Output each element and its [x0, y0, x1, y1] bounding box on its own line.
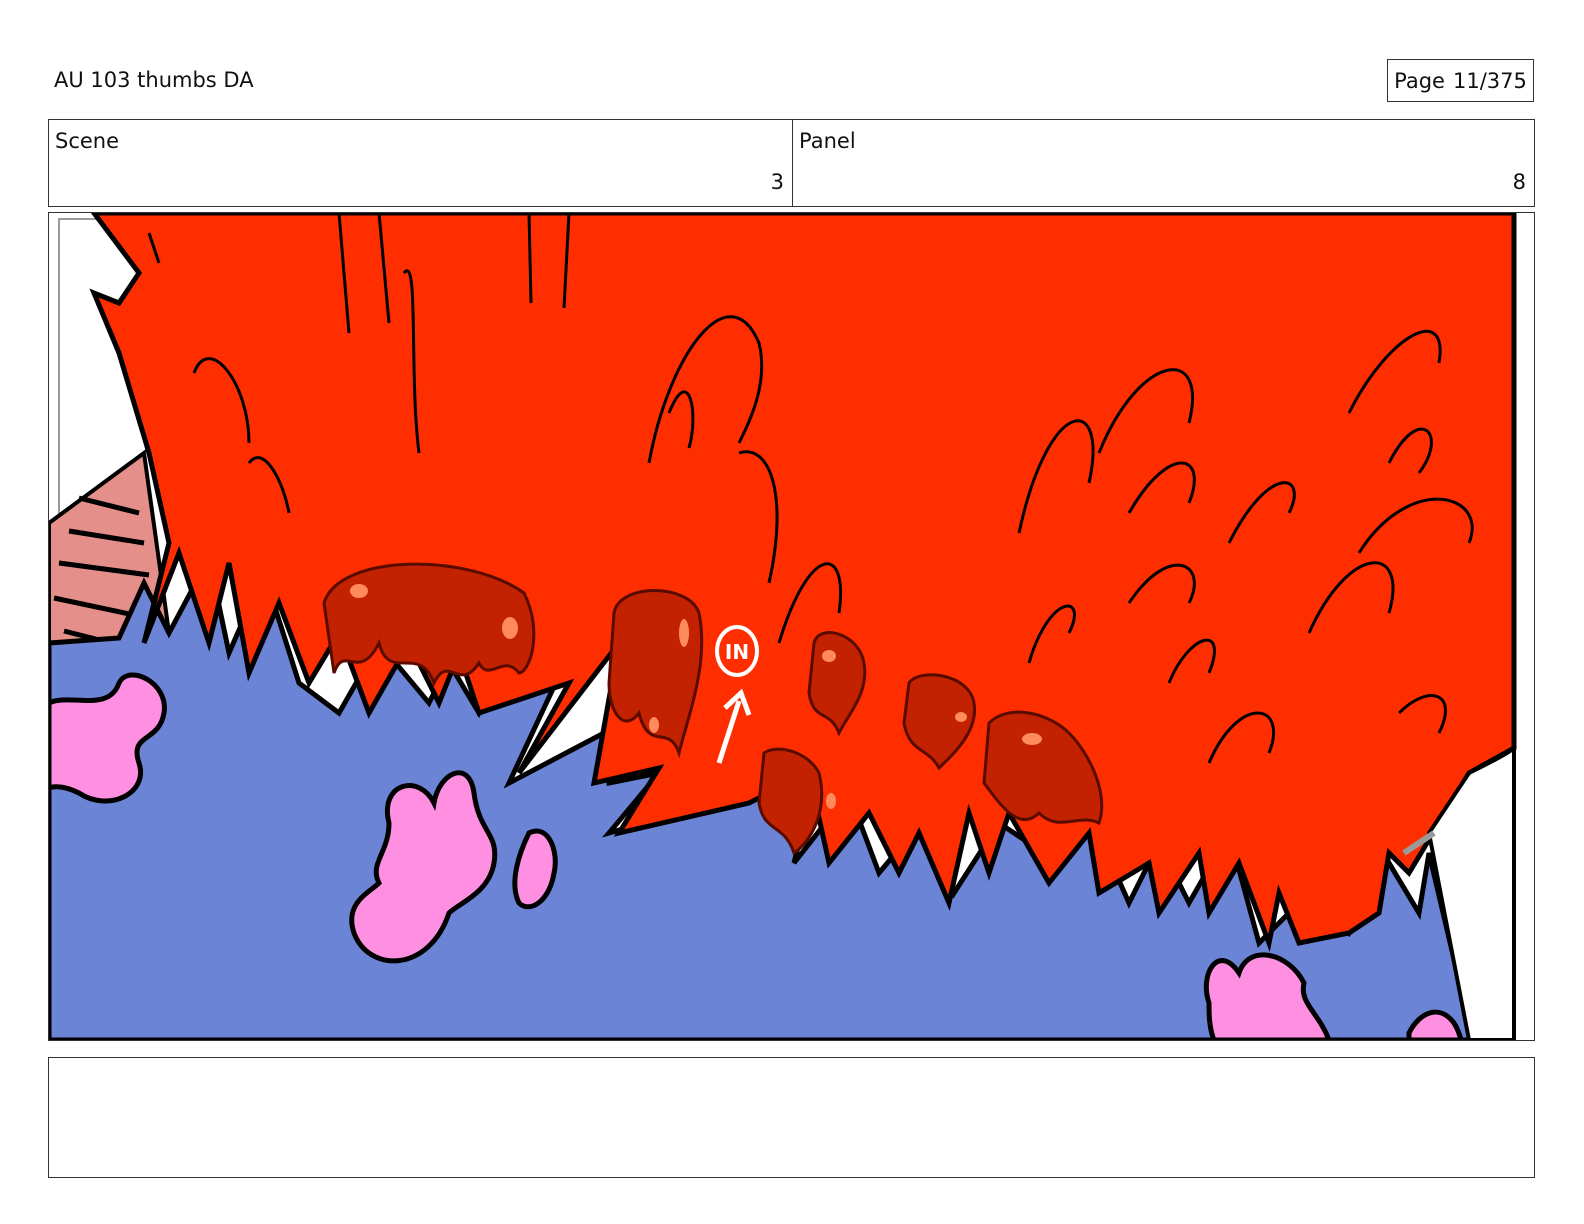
page-number: 11/375 — [1452, 68, 1527, 93]
in-annotation-text: IN — [725, 640, 749, 664]
storyboard-frame: IN — [48, 212, 1535, 1041]
page-label: Page — [1394, 68, 1445, 93]
document-title: AU 103 thumbs DA — [54, 68, 254, 92]
scene-label: Scene — [55, 129, 120, 153]
panel-label: Panel — [799, 129, 856, 153]
storyboard-artwork: IN — [49, 213, 1517, 1040]
scene-number: 3 — [770, 170, 784, 194]
page-indicator: Page 11/375 — [1387, 59, 1534, 102]
notes-box — [48, 1057, 1535, 1178]
scene-cell: Scene 3 — [49, 120, 793, 206]
scene-panel-row: Scene 3 Panel 8 — [48, 119, 1535, 207]
panel-cell: Panel 8 — [793, 120, 1534, 206]
panel-number: 8 — [1512, 170, 1526, 194]
